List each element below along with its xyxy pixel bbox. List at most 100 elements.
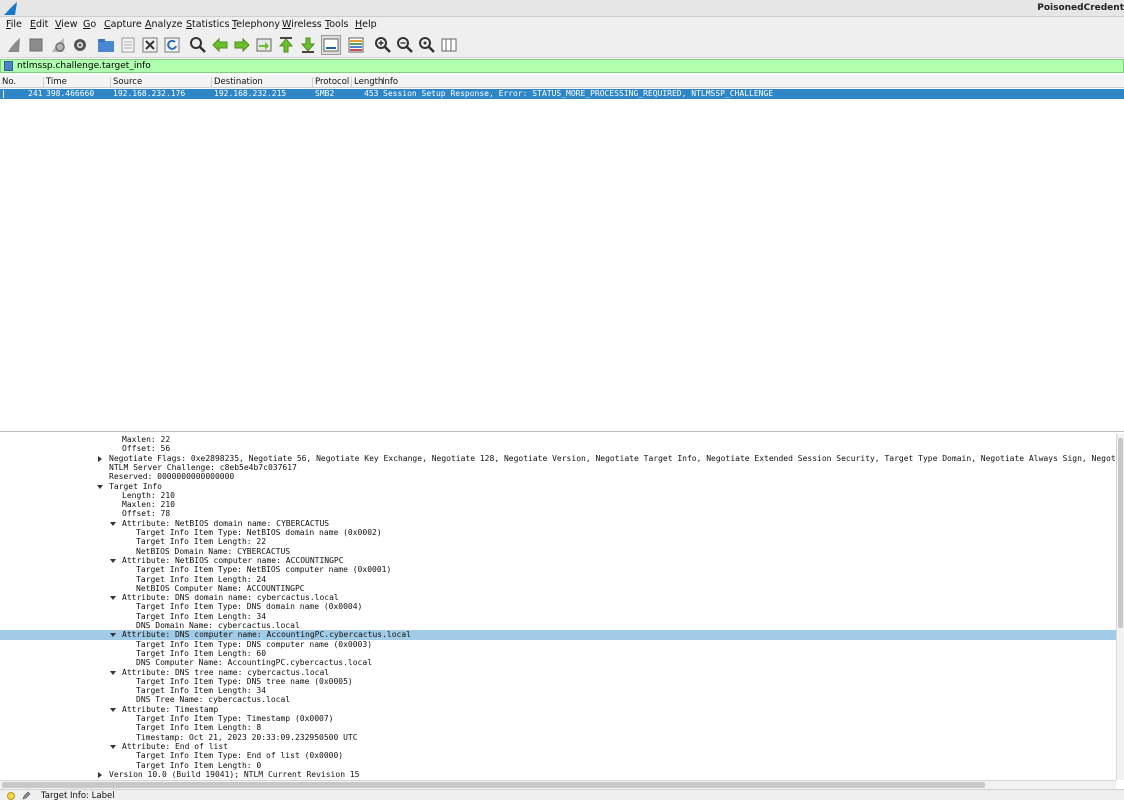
go-forward-icon[interactable]	[233, 36, 251, 54]
detail-tree-item[interactable]: Target Info Item Type: DNS domain name (…	[0, 602, 1116, 611]
menu-view[interactable]: View	[55, 19, 78, 30]
column-header-source[interactable]: Source	[110, 77, 142, 88]
expanded-arrow-icon[interactable]	[110, 744, 116, 750]
expanded-arrow-icon[interactable]	[110, 558, 116, 564]
detail-tree-item[interactable]: Target Info Item Type: NetBIOS domain na…	[0, 528, 1116, 537]
go-back-icon[interactable]	[211, 36, 229, 54]
expanded-arrow-icon[interactable]	[110, 670, 116, 676]
column-header-no[interactable]: No.	[0, 77, 16, 88]
packet-list[interactable]: No. Time Source Destination Protocol Len…	[0, 75, 1124, 432]
detail-tree-item[interactable]: Target Info Item Length: 60	[0, 649, 1116, 658]
packet-row[interactable]: 241 398.466660 192.168.232.176 192.168.2…	[0, 89, 1124, 99]
detail-tree-item[interactable]: DNS Computer Name: AccountingPC.cybercac…	[0, 658, 1116, 667]
menu-file[interactable]: File	[6, 19, 22, 30]
detail-tree-item[interactable]: Target Info Item Type: NetBIOS computer …	[0, 565, 1116, 574]
detail-tree-item[interactable]: Attribute: DNS domain name: cybercactus.…	[0, 593, 1116, 602]
restart-icon[interactable]	[49, 36, 67, 54]
expanded-arrow-icon[interactable]	[110, 595, 116, 601]
detail-tree-item[interactable]: Attribute: End of list	[0, 742, 1116, 751]
expanded-arrow-icon[interactable]	[110, 521, 116, 527]
detail-tree-item[interactable]: Target Info Item Length: 34	[0, 612, 1116, 621]
horizontal-scroll-thumb[interactable]	[2, 782, 985, 788]
menu-help[interactable]: Help	[355, 19, 377, 30]
zoom-in-icon[interactable]	[374, 36, 392, 54]
column-header-info[interactable]: Info	[378, 77, 398, 88]
detail-tree-item[interactable]: NetBIOS Computer Name: ACCOUNTINGPC	[0, 584, 1116, 593]
shark-fin-start-icon[interactable]	[5, 36, 23, 54]
detail-tree-item[interactable]: Negotiate Flags: 0xe2898235, Negotiate 5…	[0, 454, 1116, 463]
detail-tree-item[interactable]: Attribute: NetBIOS computer name: ACCOUN…	[0, 556, 1116, 565]
menu-telephony[interactable]: Telephony	[232, 19, 280, 30]
detail-tree-item[interactable]: Version 10.0 (Build 19041); NTLM Current…	[0, 770, 1116, 779]
detail-tree-label: Maxlen: 22	[122, 435, 171, 444]
zoom-out-icon[interactable]	[396, 36, 414, 54]
expanded-arrow-icon[interactable]	[97, 484, 103, 490]
detail-tree-label: Target Info Item Length: 8	[136, 723, 262, 733]
colorize-icon[interactable]	[347, 36, 365, 54]
detail-tree-item[interactable]: Offset: 56	[0, 444, 1116, 453]
detail-tree-item[interactable]: Length: 210	[0, 491, 1116, 500]
menu-capture[interactable]: Capture	[104, 19, 142, 30]
resize-columns-icon[interactable]	[440, 36, 458, 54]
collapsed-arrow-icon[interactable]	[97, 771, 103, 778]
column-header-destination[interactable]: Destination	[211, 77, 263, 88]
detail-tree-item[interactable]: Attribute: Timestamp	[0, 705, 1116, 714]
detail-tree-item[interactable]: Target Info	[0, 482, 1116, 491]
detail-tree-item[interactable]: Attribute: NetBIOS domain name: CYBERCAC…	[0, 519, 1116, 528]
details-horizontal-scrollbar[interactable]	[0, 780, 1116, 789]
detail-tree-label: Attribute: DNS domain name: cybercactus.…	[122, 593, 339, 603]
menu-go[interactable]: Go	[83, 19, 96, 30]
expert-info-icon[interactable]	[7, 792, 15, 800]
vertical-scroll-thumb[interactable]	[1118, 438, 1123, 628]
zoom-normal-icon[interactable]	[418, 36, 436, 54]
expanded-arrow-icon[interactable]	[110, 707, 116, 713]
options-gear-icon[interactable]	[71, 36, 89, 54]
go-first-icon[interactable]	[277, 36, 295, 54]
window-title: PoisonedCredent	[1037, 3, 1124, 13]
column-header-time[interactable]: Time	[43, 77, 67, 88]
close-file-icon[interactable]	[141, 36, 159, 54]
display-filter-bar[interactable]: ntlmssp.challenge.target_info	[0, 59, 1124, 73]
display-filter-input[interactable]: ntlmssp.challenge.target_info	[17, 61, 151, 71]
detail-tree-item[interactable]: Target Info Item Type: Timestamp (0x0007…	[0, 714, 1116, 723]
open-folder-icon[interactable]	[97, 36, 115, 54]
column-header-protocol[interactable]: Protocol	[312, 77, 349, 88]
go-to-packet-icon[interactable]	[255, 36, 273, 54]
detail-tree-item[interactable]: Timestamp: Oct 21, 2023 20:33:09.2329505…	[0, 733, 1116, 742]
details-vertical-scrollbar[interactable]	[1116, 434, 1124, 780]
detail-tree-item[interactable]: Attribute: DNS computer name: Accounting…	[0, 630, 1116, 640]
save-file-icon[interactable]	[119, 36, 137, 54]
detail-tree-item[interactable]: Maxlen: 210	[0, 500, 1116, 509]
capture-comment-pen-icon[interactable]	[22, 791, 31, 800]
menu-analyze[interactable]: Analyze	[145, 19, 182, 30]
go-last-icon[interactable]	[299, 36, 317, 54]
expanded-arrow-icon[interactable]	[110, 632, 116, 638]
detail-tree-item[interactable]: Target Info Item Length: 24	[0, 575, 1116, 584]
detail-tree-item[interactable]: Target Info Item Type: DNS computer name…	[0, 640, 1116, 649]
detail-tree-item[interactable]: Offset: 78	[0, 509, 1116, 518]
autoscroll-icon[interactable]	[321, 35, 341, 55]
detail-tree-item[interactable]: DNS Tree Name: cybercactus.local	[0, 695, 1116, 704]
detail-tree-item[interactable]: DNS Domain Name: cybercactus.local	[0, 621, 1116, 630]
packet-details-tree[interactable]: Maxlen: 22 Offset: 56 Negotiate Flags: 0xe…	[0, 434, 1116, 780]
collapsed-arrow-icon[interactable]	[97, 455, 103, 462]
detail-tree-item[interactable]: Reserved: 0000000000000000	[0, 472, 1116, 481]
find-packet-icon[interactable]	[189, 36, 207, 54]
detail-tree-item[interactable]: Maxlen: 22	[0, 435, 1116, 444]
menu-wireless[interactable]: Wireless	[282, 19, 322, 30]
menu-statistics[interactable]: Statistics	[186, 19, 229, 30]
detail-tree-item[interactable]: NetBIOS Domain Name: CYBERCACTUS	[0, 547, 1116, 556]
menu-tools[interactable]: Tools	[325, 19, 348, 30]
detail-tree-item[interactable]: Target Info Item Length: 8	[0, 723, 1116, 732]
detail-tree-item[interactable]: Target Info Item Length: 34	[0, 686, 1116, 695]
reload-icon[interactable]	[163, 36, 181, 54]
stop-icon[interactable]	[27, 36, 45, 54]
bookmark-icon[interactable]	[4, 61, 13, 71]
detail-tree-item[interactable]: Target Info Item Type: End of list (0x00…	[0, 751, 1116, 760]
detail-tree-item[interactable]: Target Info Item Length: 0	[0, 761, 1116, 770]
detail-tree-item[interactable]: Target Info Item Length: 22	[0, 537, 1116, 546]
detail-tree-item[interactable]: NTLM Server Challenge: c8eb5e4b7c037617	[0, 463, 1116, 472]
menu-edit[interactable]: Edit	[30, 19, 48, 30]
detail-tree-item[interactable]: Attribute: DNS tree name: cybercactus.lo…	[0, 668, 1116, 677]
detail-tree-item[interactable]: Target Info Item Type: DNS tree name (0x…	[0, 677, 1116, 686]
